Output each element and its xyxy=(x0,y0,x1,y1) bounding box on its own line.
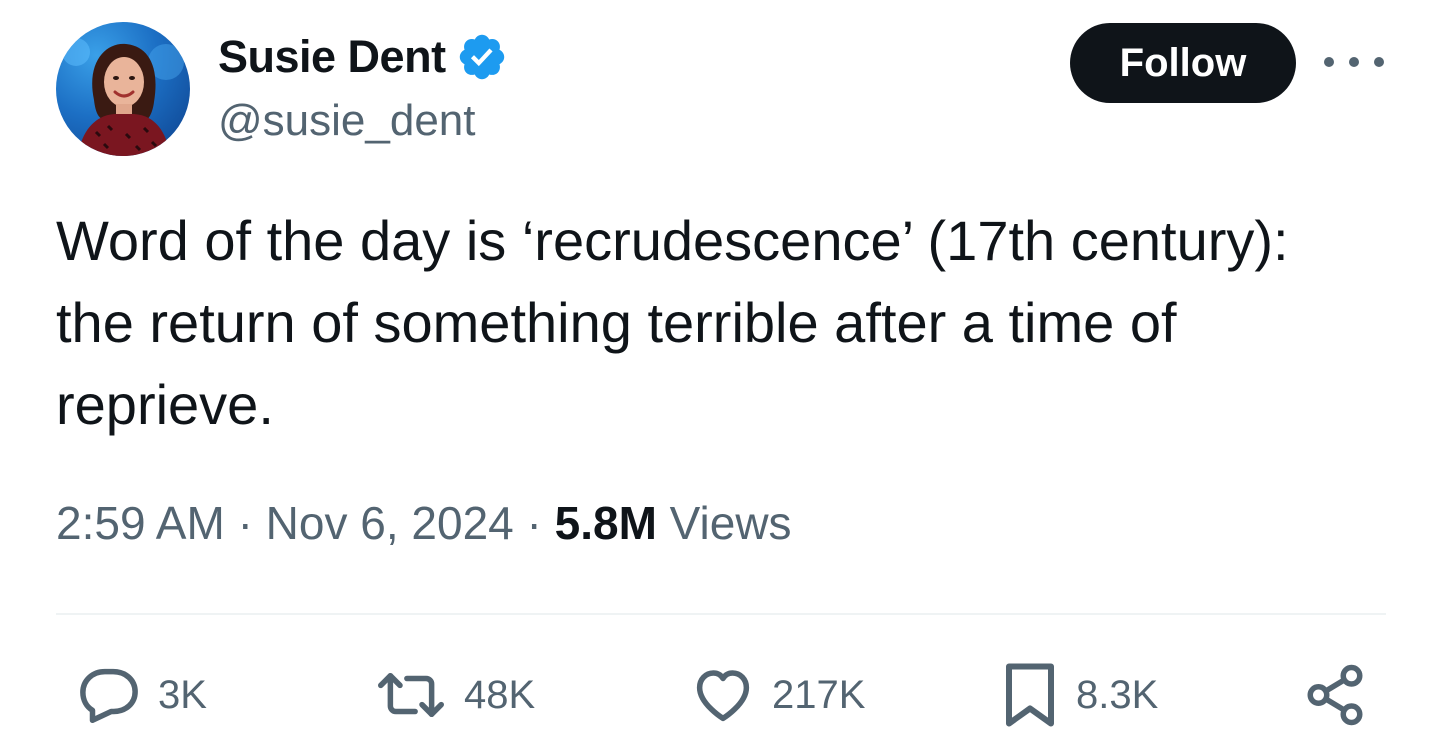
bookmark-button[interactable]: 8.3K xyxy=(1000,650,1158,740)
repost-count: 48K xyxy=(464,672,536,717)
follow-button[interactable]: Follow xyxy=(1070,23,1296,103)
views-label: Views xyxy=(669,497,792,549)
avatar-image xyxy=(62,38,184,156)
meta-separator: · xyxy=(526,497,542,549)
more-dot xyxy=(1374,57,1384,67)
bookmark-count: 8.3K xyxy=(1076,672,1159,717)
verified-badge-icon xyxy=(456,31,508,83)
reply-icon xyxy=(76,662,142,728)
tweet-meta: 2:59 AM · Nov 6, 2024 · 5.8M Views xyxy=(56,496,792,550)
display-name[interactable]: Susie Dent xyxy=(218,31,446,83)
tweet-date[interactable]: Nov 6, 2024 xyxy=(266,497,514,549)
tweet-time[interactable]: 2:59 AM xyxy=(56,497,225,549)
name-row: Susie Dent xyxy=(218,30,508,84)
repost-icon xyxy=(374,662,448,728)
avatar[interactable] xyxy=(56,22,190,156)
like-button[interactable]: 217K xyxy=(690,650,865,740)
divider xyxy=(56,613,1386,615)
action-bar: 3K 48K 217K 8.3K xyxy=(56,650,1386,740)
repost-button[interactable]: 48K xyxy=(374,650,535,740)
more-horizontal-icon[interactable] xyxy=(1324,44,1384,80)
more-dot xyxy=(1349,57,1359,67)
share-button[interactable] xyxy=(1302,650,1368,740)
more-dot xyxy=(1324,57,1334,67)
reply-count: 3K xyxy=(158,672,207,717)
heart-icon xyxy=(690,662,756,728)
views-count[interactable]: 5.8M xyxy=(555,497,657,549)
tweet-text: Word of the day is ‘recrudescence’ (17th… xyxy=(56,209,1289,436)
share-icon xyxy=(1302,662,1368,728)
bookmark-icon xyxy=(1000,659,1060,731)
reply-button[interactable]: 3K xyxy=(76,650,207,740)
user-handle[interactable]: @susie_dent xyxy=(218,96,476,146)
tweet-card: Susie Dent @susie_dent Follow Word of th… xyxy=(0,0,1440,750)
meta-separator: · xyxy=(237,497,253,549)
like-count: 217K xyxy=(772,672,866,717)
